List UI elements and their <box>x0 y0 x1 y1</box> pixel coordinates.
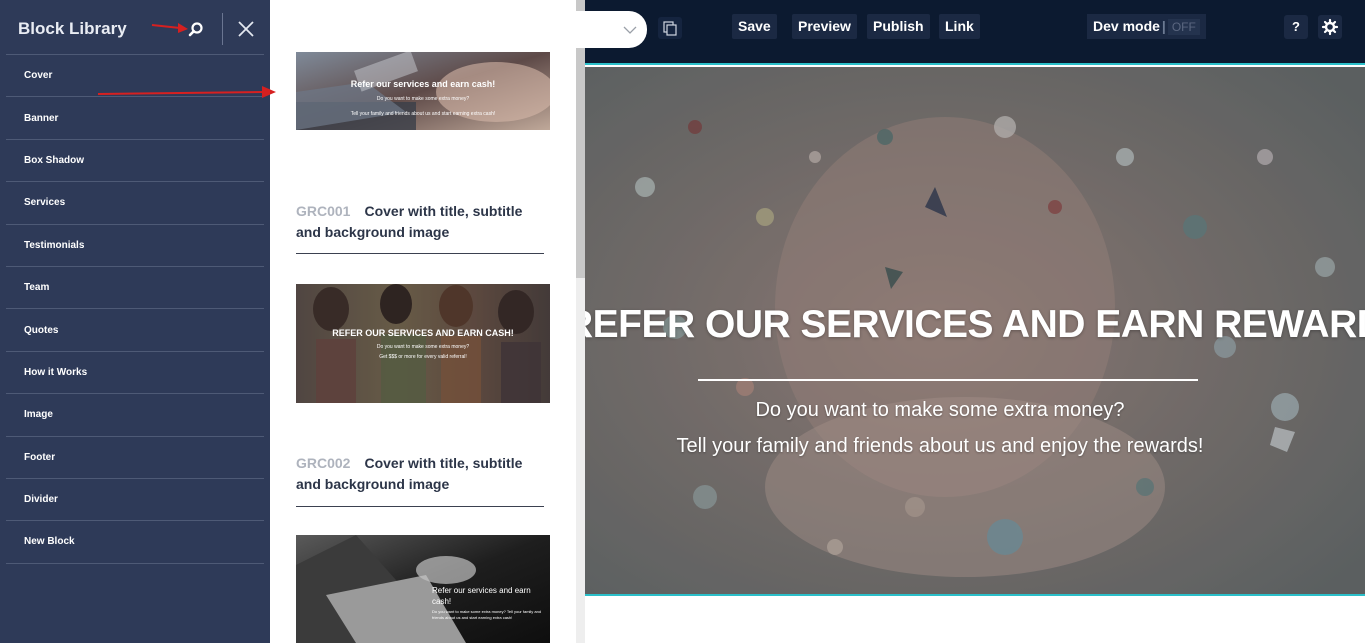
block-code: GRC001 <box>296 203 351 219</box>
thumbnail-title: Refer our services and earn cash! <box>350 79 496 89</box>
search-icon[interactable] <box>183 18 207 42</box>
gear-icon[interactable] <box>1318 15 1342 39</box>
dev-mode-label: Dev mode <box>1093 18 1160 34</box>
thumbnail-subtitle-2: Tell your family and friends about us an… <box>350 111 496 117</box>
cover-block[interactable]: REFER OUR SERVICES AND EARN REWARDS! Do … <box>585 63 1365 596</box>
panel-scrollbar[interactable] <box>576 0 585 643</box>
link-button[interactable]: Link <box>939 14 980 39</box>
sidebar-item-new-block[interactable]: New Block <box>6 521 264 564</box>
sidebar-item-testimonials[interactable]: Testimonials <box>6 225 264 267</box>
sidebar-item-how-it-works[interactable]: How it Works <box>6 352 264 395</box>
thumbnail-subtitle: Do you want to make some extra money? <box>376 96 470 102</box>
thumbnail-subtitle: Do you want to make some extra money? <box>376 344 470 350</box>
preview-button[interactable]: Preview <box>792 14 857 39</box>
save-button[interactable]: Save <box>732 14 777 39</box>
publish-button[interactable]: Publish <box>867 14 930 39</box>
hero-divider <box>698 379 1198 381</box>
dev-mode-toggle[interactable]: Dev mode | OFF <box>1087 14 1206 39</box>
block-thumbnail[interactable]: Refer our services and earn cash! Do you… <box>296 52 550 130</box>
page-select[interactable] <box>575 11 647 48</box>
block-thumbnail[interactable]: Refer our services and earn cash! Do you… <box>296 535 550 643</box>
thumbnail-title: REFER OUR SERVICES AND EARN CASH! <box>332 328 514 338</box>
hero-title: REFER OUR SERVICES AND EARN REWARDS! <box>585 303 1365 346</box>
block-thumbnail[interactable]: REFER OUR SERVICES AND EARN CASH! Do you… <box>296 284 550 403</box>
thumbnail-title: Refer our services and earn cash! <box>432 586 531 606</box>
thumbnail-image <box>296 52 550 130</box>
editor-toolbar: Save Preview Publish Link Dev mode | OFF ? <box>575 0 1365 63</box>
chevron-down-icon <box>623 23 637 37</box>
block-library-sidebar: Block Library Cover Banner Box Shadow Se… <box>0 0 270 643</box>
thumbnail-subtitle-2: Get $$$ or more for every valid referral… <box>379 354 467 360</box>
sidebar-item-services[interactable]: Services <box>6 182 264 225</box>
category-list: Cover Banner Box Shadow Services Testimo… <box>6 54 264 564</box>
sidebar-item-banner[interactable]: Banner <box>6 97 264 140</box>
sidebar-item-footer[interactable]: Footer <box>6 437 264 479</box>
block-divider <box>296 506 544 507</box>
sidebar-title: Block Library <box>18 19 127 38</box>
sidebar-item-divider[interactable]: Divider <box>6 479 264 522</box>
close-icon[interactable] <box>236 19 256 39</box>
block-divider <box>296 253 544 254</box>
thumbnail-subtitle: Do you want to make some extra money? Te… <box>432 609 542 620</box>
header-divider <box>222 13 223 45</box>
sidebar-item-team[interactable]: Team <box>6 267 264 310</box>
sidebar-item-image[interactable]: Image <box>6 394 264 437</box>
sidebar-item-quotes[interactable]: Quotes <box>6 309 264 352</box>
hero-subtitle: Do you want to make some extra money? <box>755 399 1125 421</box>
help-button[interactable]: ? <box>1284 15 1308 39</box>
block-preview-panel: Refer our services and earn cash! Do you… <box>270 0 585 643</box>
dev-mode-state: OFF <box>1167 19 1200 35</box>
block-heading: GRC002 Cover with title, subtitle and bac… <box>296 453 544 495</box>
copy-icon[interactable] <box>658 17 682 39</box>
dev-mode-separator: | <box>1161 18 1166 34</box>
sidebar-item-cover[interactable]: Cover <box>6 55 264 98</box>
sidebar-item-box-shadow[interactable]: Box Shadow <box>6 140 264 183</box>
block-code: GRC002 <box>296 455 351 471</box>
block-heading: GRC001 Cover with title, subtitle and bac… <box>296 201 544 243</box>
sidebar-header: Block Library <box>0 0 270 54</box>
hero-subtitle-2: Tell your family and friends about us an… <box>676 435 1204 457</box>
